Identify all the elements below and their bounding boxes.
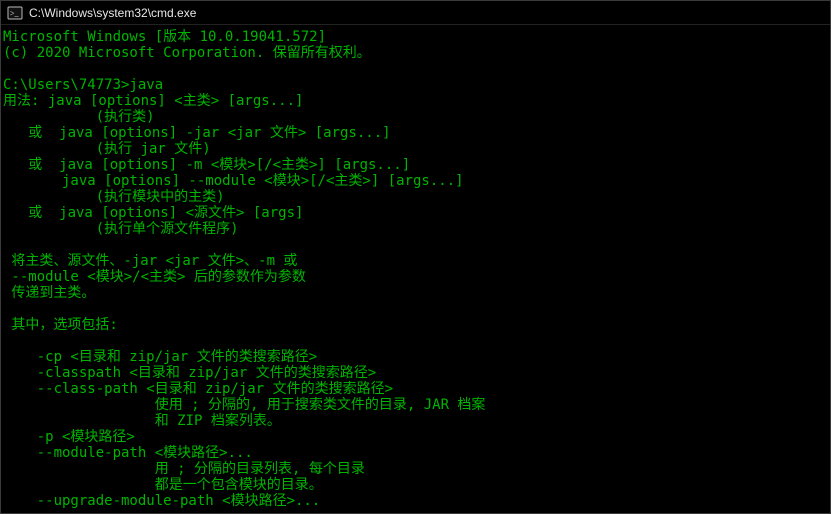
terminal-line: 用 ; 分隔的目录列表, 每个目录 [3, 461, 828, 477]
terminal-line: (c) 2020 Microsoft Corporation. 保留所有权利。 [3, 45, 828, 61]
terminal-line: C:\Users\74773>java [3, 77, 828, 93]
title-bar[interactable]: >_ C:\Windows\system32\cmd.exe [1, 1, 830, 25]
terminal-line: (执行类) [3, 109, 828, 125]
terminal-line: 或 java [options] -m <模块>[/<主类>] [args...… [3, 157, 828, 173]
terminal-line: -p <模块路径> [3, 429, 828, 445]
terminal-line: 或 java [options] -jar <jar 文件> [args...] [3, 125, 828, 141]
terminal-line: --class-path <目录和 zip/jar 文件的类搜索路径> [3, 381, 828, 397]
terminal-line [3, 333, 828, 349]
terminal-line: -classpath <目录和 zip/jar 文件的类搜索路径> [3, 365, 828, 381]
terminal-line: 将主类、源文件、-jar <jar 文件>、-m 或 [3, 253, 828, 269]
terminal-line: 传递到主类。 [3, 285, 828, 301]
terminal-line: Microsoft Windows [版本 10.0.19041.572] [3, 29, 828, 45]
terminal-line: (执行 jar 文件) [3, 141, 828, 157]
window-title: C:\Windows\system32\cmd.exe [29, 6, 824, 20]
terminal-line: --module <模块>/<主类> 后的参数作为参数 [3, 269, 828, 285]
terminal-line: (执行单个源文件程序) [3, 221, 828, 237]
svg-text:>_: >_ [10, 9, 20, 18]
terminal-line: --upgrade-module-path <模块路径>... [3, 493, 828, 509]
terminal-line: 都是一个包含模块的目录。 [3, 477, 828, 493]
terminal-line: 或 java [options] <源文件> [args] [3, 205, 828, 221]
terminal-line: 用法: java [options] <主类> [args...] [3, 93, 828, 109]
terminal-line: (执行模块中的主类) [3, 189, 828, 205]
terminal-line [3, 301, 828, 317]
terminal-line: 和 ZIP 档案列表。 [3, 413, 828, 429]
terminal-line [3, 237, 828, 253]
terminal-line: java [options] --module <模块>[/<主类>] [arg… [3, 173, 828, 189]
terminal-line: -cp <目录和 zip/jar 文件的类搜索路径> [3, 349, 828, 365]
terminal-line [3, 61, 828, 77]
terminal-line: 其中，选项包括: [3, 317, 828, 333]
cmd-icon: >_ [7, 5, 23, 21]
terminal-line: --module-path <模块路径>... [3, 445, 828, 461]
terminal-line: 使用 ; 分隔的, 用于搜索类文件的目录, JAR 档案 [3, 397, 828, 413]
terminal-output[interactable]: Microsoft Windows [版本 10.0.19041.572](c)… [1, 25, 830, 513]
cmd-window: >_ C:\Windows\system32\cmd.exe Microsoft… [0, 0, 831, 514]
